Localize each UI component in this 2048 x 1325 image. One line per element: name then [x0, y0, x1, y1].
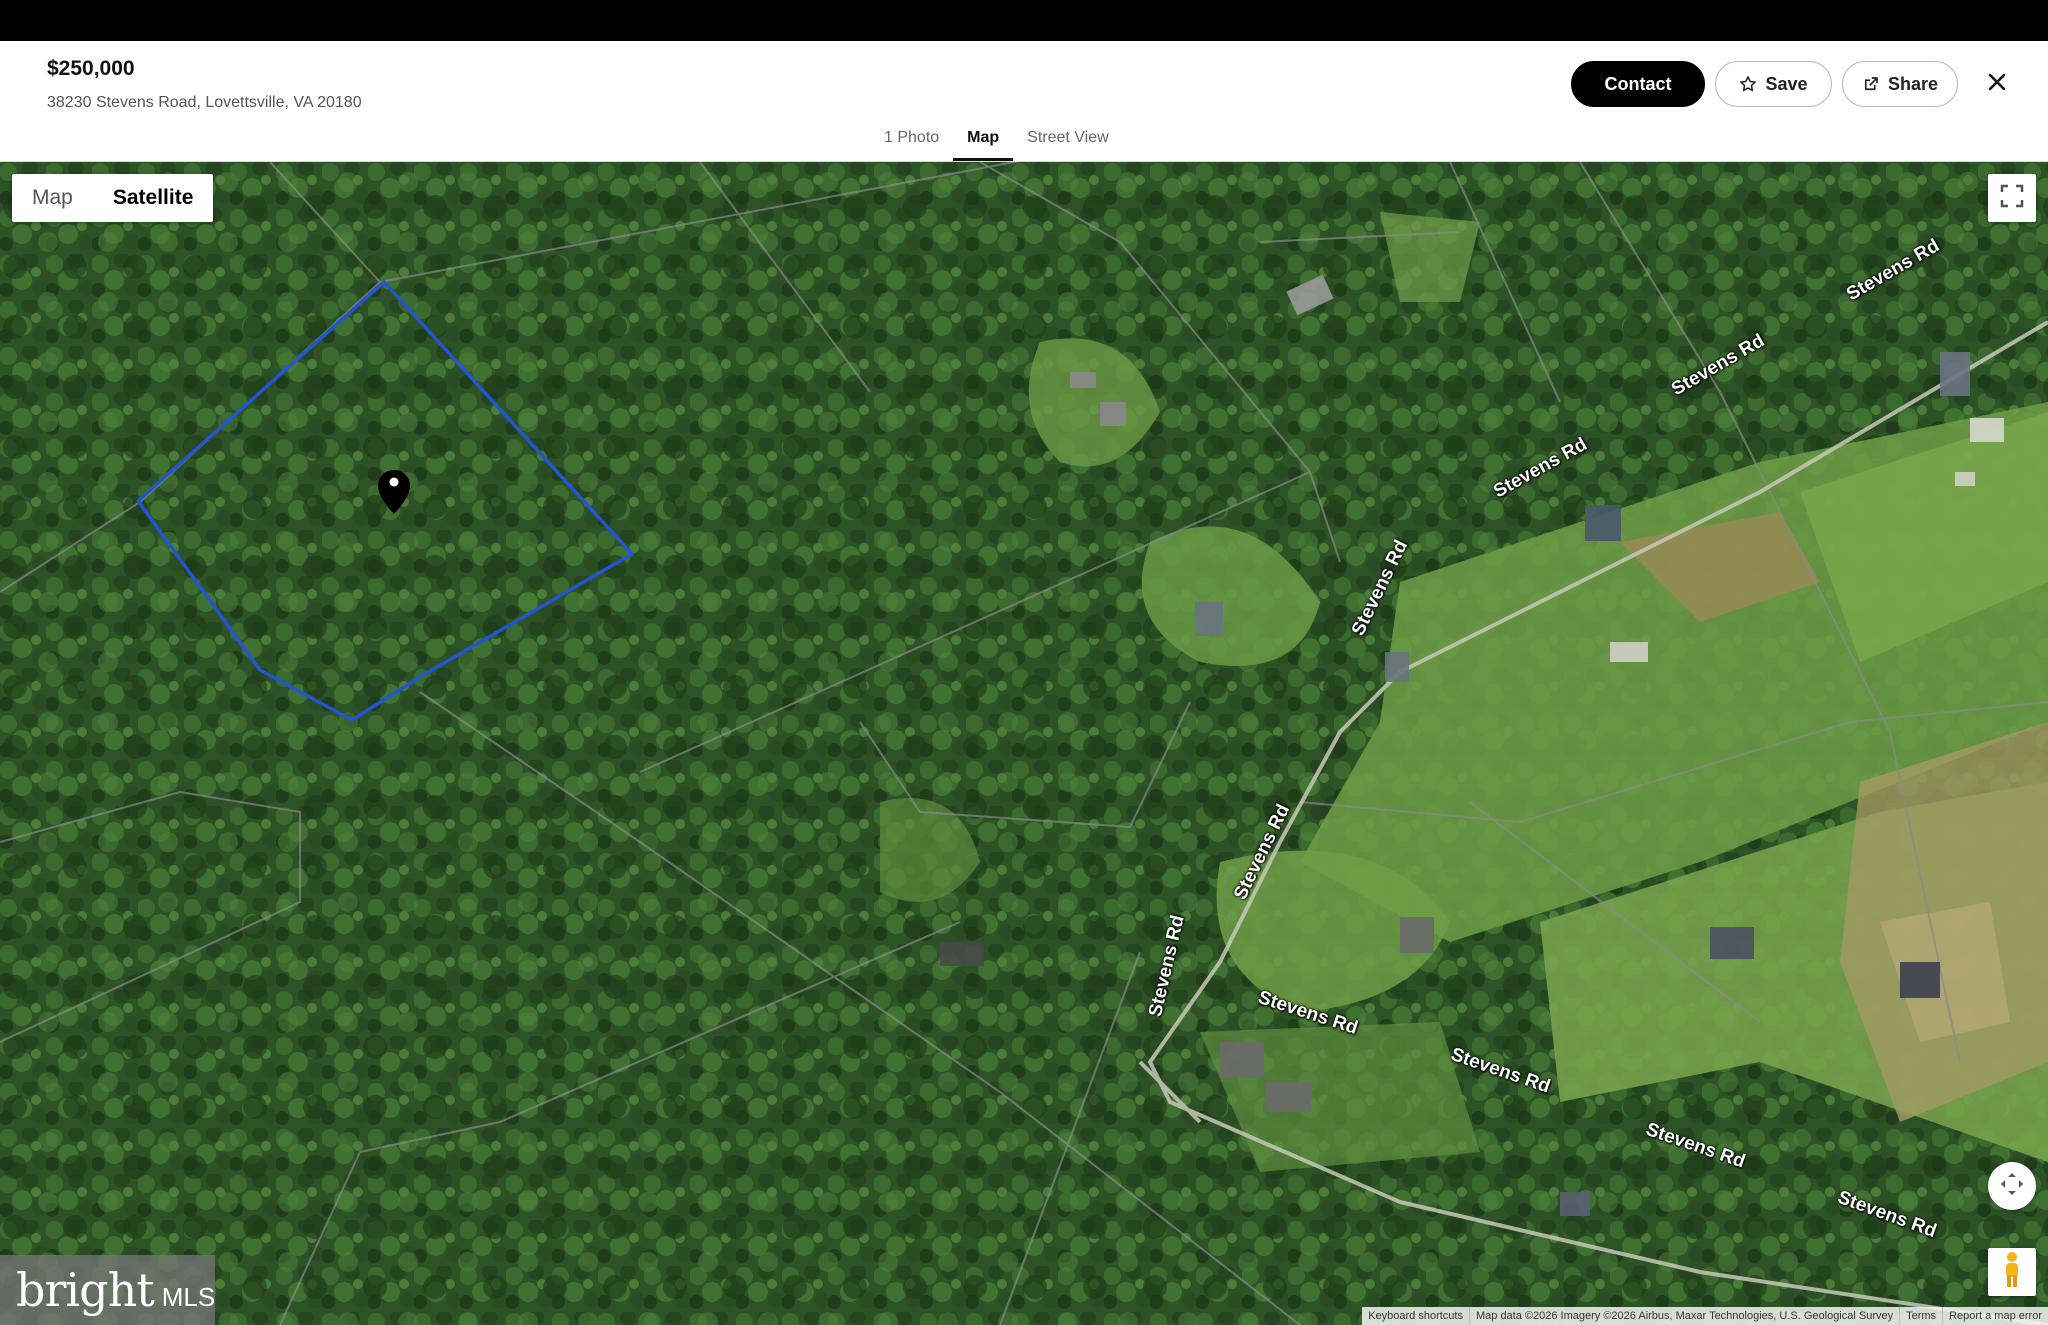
camera-arrows-icon [1998, 1170, 2026, 1203]
contact-label: Contact [1604, 73, 1672, 94]
save-button[interactable]: Save [1715, 61, 1832, 107]
satellite-map[interactable]: Map Satellite Stevens Rd Stevens Rd Stev… [0, 162, 2048, 1325]
share-label: Share [1887, 73, 1939, 94]
tab-photos[interactable]: 1 Photo [870, 121, 953, 161]
pegman-icon [2000, 1251, 2024, 1294]
map-type-toggle: Map Satellite [12, 174, 214, 222]
map-type-satellite-button[interactable]: Satellite [93, 174, 214, 222]
share-icon [1862, 75, 1880, 93]
top-black-bar [0, 0, 2048, 41]
save-label: Save [1765, 73, 1808, 94]
map-attribution: Keyboard shortcuts Map data ©2026 Imager… [1362, 1307, 2048, 1325]
header-actions: Contact Save Share [1571, 61, 2018, 107]
share-button[interactable]: Share [1842, 61, 1958, 107]
listing-address: 38230 Stevens Road, Lovettsville, VA 201… [47, 94, 362, 111]
listing-header: $250,000 38230 Stevens Road, Lovettsvill… [0, 41, 2048, 162]
contact-button[interactable]: Contact [1571, 61, 1705, 107]
listing-price: $250,000 [47, 57, 135, 80]
logo-wordmark: bright [16, 1263, 155, 1317]
close-icon [1988, 73, 2006, 96]
camera-control-button[interactable] [1988, 1162, 2036, 1210]
map-data-credit: Map data ©2026 Imagery ©2026 Airbus, Max… [1468, 1307, 1899, 1325]
map-type-map-button[interactable]: Map [12, 174, 93, 222]
keyboard-shortcuts-link[interactable]: Keyboard shortcuts [1362, 1307, 1469, 1325]
close-button[interactable] [1976, 63, 2018, 105]
media-tabs: 1 Photo Map Street View [870, 121, 1123, 161]
tab-street-view[interactable]: Street View [1013, 121, 1123, 161]
star-icon [1739, 75, 1757, 93]
fullscreen-button[interactable] [1988, 174, 2036, 222]
logo-suffix: MLS [161, 1281, 216, 1312]
bright-mls-logo: bright MLS [0, 1255, 215, 1325]
tab-map[interactable]: Map [953, 121, 1014, 161]
street-view-pegman-button[interactable] [1988, 1248, 2036, 1296]
report-map-error-link[interactable]: Report a map error [1942, 1307, 2048, 1325]
terms-link[interactable]: Terms [1899, 1307, 1942, 1325]
fullscreen-icon [2000, 184, 2024, 213]
